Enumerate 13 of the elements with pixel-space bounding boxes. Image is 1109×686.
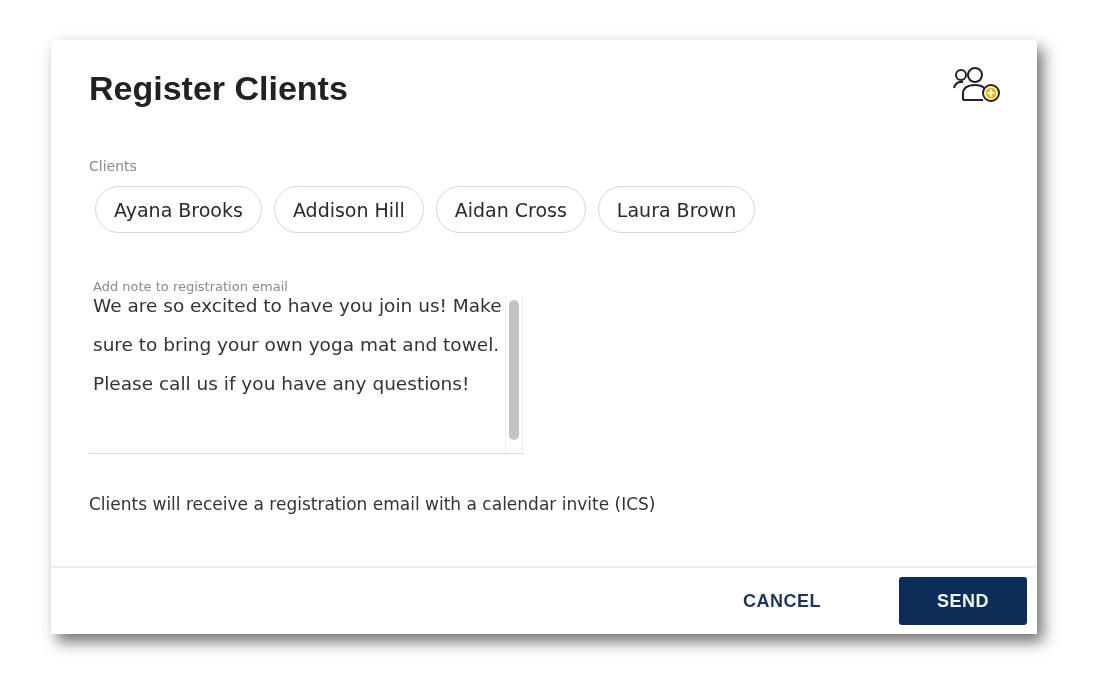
cancel-button[interactable]: CANCEL bbox=[705, 577, 859, 625]
client-chip[interactable]: Aidan Cross bbox=[435, 186, 586, 233]
note-field[interactable]: We are so excited to have you join us! Make sure to bring your own yoga mat and towel. Please call us if you have any questions! bbox=[89, 296, 523, 454]
dialog-title: Register Clients bbox=[89, 68, 348, 108]
info-text: Clients will receive a registration email with a calendar invite (ICS) bbox=[89, 494, 657, 514]
scrollbar-thumb[interactable] bbox=[509, 300, 519, 440]
client-chip[interactable]: Addison Hill bbox=[273, 186, 424, 233]
client-chip[interactable]: Ayana Brooks bbox=[95, 186, 262, 233]
send-button[interactable]: SEND bbox=[899, 577, 1027, 625]
client-chip[interactable]: Laura Brown bbox=[597, 186, 756, 233]
add-people-icon[interactable] bbox=[951, 66, 1001, 104]
note-label: Add note to registration email bbox=[92, 279, 289, 294]
clients-label: Clients bbox=[89, 158, 138, 174]
